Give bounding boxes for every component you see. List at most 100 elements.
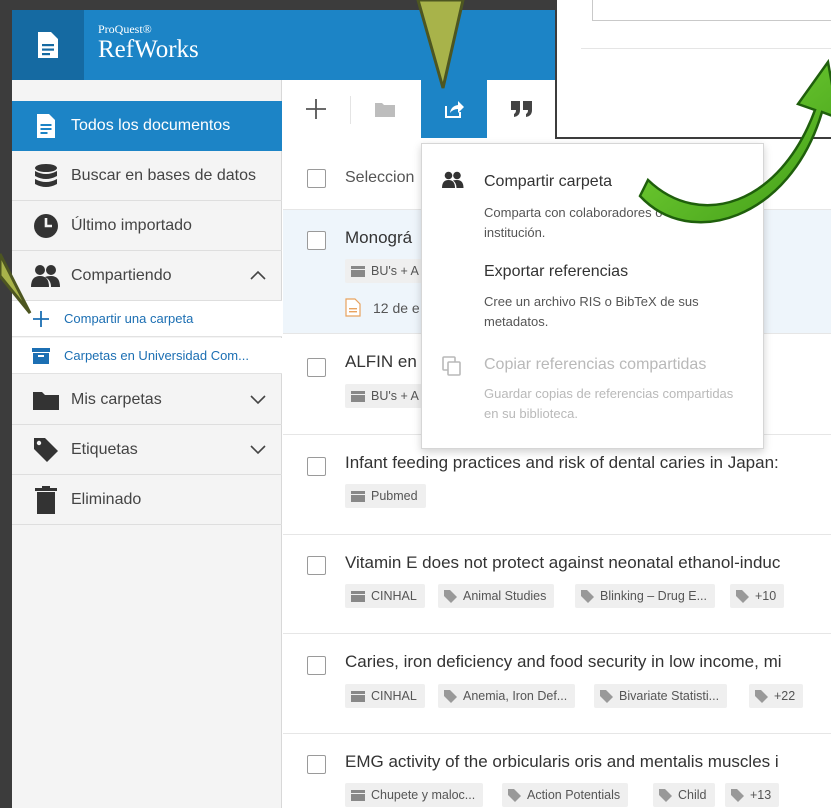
document-date: 12 de e	[345, 298, 420, 317]
keyword-tag[interactable]: Child	[653, 783, 715, 807]
tag-label: Chupete y maloc...	[371, 788, 476, 802]
document-icon	[29, 113, 63, 139]
document-title[interactable]: Infant feeding practices and risk of den…	[345, 453, 779, 473]
tag-label: Child	[678, 788, 707, 802]
row-checkbox[interactable]	[307, 358, 326, 377]
document-title[interactable]: Caries, iron deficiency and food securit…	[345, 652, 782, 672]
screenshot-frame-top	[0, 0, 555, 10]
folder-tag[interactable]: CINHAL	[345, 684, 425, 708]
sidebar-item-all-documents[interactable]: Todos los documentos	[12, 101, 282, 151]
sidebar-item-sharing[interactable]: Compartiendo	[12, 251, 282, 301]
folder-tag[interactable]: CINHAL	[345, 584, 425, 608]
sidebar-item-my-folders[interactable]: Mis carpetas	[12, 375, 282, 425]
plus-icon	[28, 310, 54, 328]
select-all-checkbox[interactable]	[307, 169, 326, 188]
tag-label: BU's + A	[371, 264, 419, 278]
add-button[interactable]	[283, 80, 349, 138]
tag-icon	[659, 788, 672, 802]
menu-item-export-references[interactable]: Exportar referencias Cree un archivo RIS…	[422, 250, 763, 342]
cite-button[interactable]	[489, 80, 555, 138]
share-icon	[445, 101, 464, 118]
folder-tag[interactable]: Pubmed	[345, 484, 426, 508]
trash-icon	[29, 485, 63, 514]
keyword-tag[interactable]: Bivariate Statisti...	[594, 684, 728, 708]
chevron-down-icon[interactable]	[249, 392, 267, 410]
table-row[interactable]: EMG activity of the orbicularis oris and…	[283, 734, 831, 808]
tag-icon	[508, 788, 521, 802]
sidebar-item-university-folders[interactable]: Carpetas en Universidad Com...	[12, 338, 282, 374]
sidebar-item-tags[interactable]: Etiquetas	[12, 425, 282, 475]
sidebar-item-deleted[interactable]: Eliminado	[12, 475, 282, 525]
table-row[interactable]: Infant feeding practices and risk of den…	[283, 435, 831, 535]
sidebar-item-label: Compartir una carpeta	[64, 311, 194, 326]
menu-item-description: Guardar copias de referencias compartida…	[484, 386, 734, 421]
chevron-up-icon[interactable]	[249, 268, 267, 286]
tag-label: +22	[774, 689, 796, 703]
row-checkbox[interactable]	[307, 457, 326, 476]
users-icon	[442, 171, 464, 194]
more-tags-badge[interactable]: +10	[730, 584, 785, 608]
keyword-tag[interactable]: Action Potentials	[502, 783, 629, 807]
row-checkbox[interactable]	[307, 656, 326, 675]
sidebar-item-label: Carpetas en Universidad Com...	[64, 348, 249, 363]
folder-icon	[375, 102, 395, 117]
sidebar-item-search-databases[interactable]: Buscar en bases de datos	[12, 151, 282, 201]
keyword-tag[interactable]: Anemia, Iron Def...	[438, 684, 576, 708]
tag-icon	[444, 589, 457, 603]
dialog-divider	[581, 48, 831, 49]
keyword-tag[interactable]: Blinking – Drug E...	[575, 584, 715, 608]
keyword-tag[interactable]: Animal Studies	[438, 584, 555, 608]
sidebar-item-label: Etiquetas	[71, 440, 138, 458]
menu-item-copy-shared-references: Copiar referencias compartidas Guardar c…	[422, 342, 763, 448]
dialog-input-field[interactable]	[592, 0, 831, 21]
row-checkbox[interactable]	[307, 755, 326, 774]
tag-label: Action Potentials	[527, 788, 621, 802]
tag-label: Pubmed	[371, 489, 418, 503]
tag-label: BU's + A	[371, 389, 419, 403]
menu-item-share-folder[interactable]: Compartir carpeta Comparta con colaborad…	[422, 144, 763, 249]
select-all-label: Seleccion	[345, 169, 415, 186]
menu-item-title: Copiar referencias compartidas	[484, 356, 707, 373]
table-row[interactable]: Caries, iron deficiency and food securit…	[283, 634, 831, 734]
brand-proquest: ProQuest®	[98, 22, 152, 36]
toolbar-divider	[350, 96, 351, 124]
folder-icon	[351, 789, 365, 801]
tag-icon	[736, 589, 749, 603]
folder-icon	[351, 490, 365, 502]
folder-tag[interactable]: BU's + A	[345, 384, 427, 408]
sidebar-item-label: Último importado	[71, 216, 192, 234]
table-row[interactable]: Vitamin E does not protect against neona…	[283, 535, 831, 634]
document-title[interactable]: Vitamin E does not protect against neona…	[345, 553, 780, 573]
folder-tag[interactable]: BU's + A	[345, 259, 427, 283]
sidebar-item-share-folder[interactable]: Compartir una carpeta	[12, 301, 282, 337]
share-folder-dialog	[555, 0, 831, 139]
document-logo-icon	[38, 32, 58, 58]
menu-item-title: Exportar referencias	[484, 263, 629, 280]
menu-item-description: Cree un archivo RIS o BibTeX de sus meta…	[484, 294, 699, 329]
brand-refworks: RefWorks	[98, 36, 199, 63]
document-title[interactable]: Monográ	[345, 228, 412, 248]
sidebar-item-last-imported[interactable]: Último importado	[12, 201, 282, 251]
document-title[interactable]: EMG activity of the orbicularis oris and…	[345, 752, 779, 772]
folder-button[interactable]	[352, 80, 418, 138]
row-checkbox[interactable]	[307, 231, 326, 250]
refworks-logo[interactable]	[12, 10, 84, 80]
screenshot-frame-left	[0, 0, 12, 808]
row-checkbox[interactable]	[307, 556, 326, 575]
share-dropdown-menu: Compartir carpeta Comparta con colaborad…	[421, 143, 764, 449]
more-tags-badge[interactable]: +22	[749, 684, 804, 708]
tag-icon	[731, 788, 744, 802]
menu-item-description: Comparta con colaboradores o con la inst…	[484, 205, 701, 240]
share-button[interactable]	[421, 80, 487, 138]
tag-label: Anemia, Iron Def...	[463, 689, 568, 703]
folder-tag[interactable]: Chupete y maloc...	[345, 783, 484, 807]
tag-label: +10	[755, 589, 777, 603]
more-tags-badge[interactable]: +13	[725, 783, 780, 807]
tag-icon	[755, 689, 768, 703]
tag-icon	[444, 689, 457, 703]
chevron-down-icon[interactable]	[249, 442, 267, 460]
brand-wordmark: ProQuest® RefWorks	[98, 22, 199, 64]
sidebar-item-label: Buscar en bases de datos	[71, 166, 257, 184]
document-title[interactable]: ALFIN en	[345, 352, 417, 372]
sidebar-item-label: Todos los documentos	[71, 117, 231, 134]
